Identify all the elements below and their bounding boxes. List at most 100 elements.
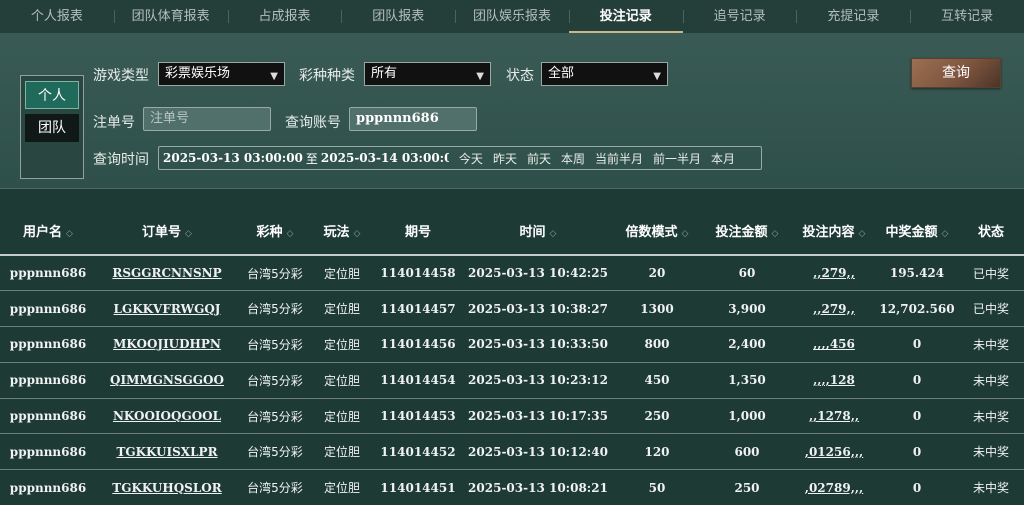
order-number-input[interactable]: 注单号	[143, 107, 271, 131]
cell-bet-time: 2025-03-13 10:08:21	[464, 469, 612, 505]
order-number-link[interactable]: RSGGRCNNSNP	[112, 266, 221, 280]
order-number-link[interactable]: TGKKUISXLPR	[116, 445, 217, 459]
tab-personal-report[interactable]: 个人报表	[0, 0, 114, 33]
table-row: pppnnn686 MKOOJIUDHPN 台湾5分彩 定位胆 114014456 202…	[0, 326, 1024, 363]
cell-multiplier-mode: 120	[612, 433, 702, 471]
cell-bet-time: 2025-03-13 10:12:40	[464, 433, 612, 471]
cell-bet-amount: 3,900	[702, 290, 792, 328]
quick-current-half-month[interactable]: 当前半月	[595, 150, 643, 167]
sort-icon[interactable]: ◇	[772, 229, 779, 239]
cell-bet-content: ,01256,,,	[792, 433, 876, 471]
cell-play-type: 定位胆	[312, 290, 372, 328]
tab-transfer-records[interactable]: 互转记录	[910, 0, 1024, 33]
table-header-row: 用户名 ◇ 订单号 ◇ 彩种 ◇ 玩法 ◇ 期号 时间 ◇ 倍数模式 ◇ 投注金额 ◇ 投注内容 ◇ 中奖金额 ◇ 状…	[0, 207, 1024, 256]
tab-deposit-withdraw-records[interactable]: 充提记录	[796, 0, 910, 33]
order-number-label: 注单号	[93, 115, 135, 131]
quick-previous-half-month[interactable]: 前一半月	[653, 150, 701, 167]
cell-order-number: TGKKUISXLPR	[96, 433, 238, 471]
bet-content-link[interactable]: ,01256,,,	[805, 445, 863, 459]
cell-username: pppnnn686	[0, 433, 96, 471]
order-number-link[interactable]: TGKKUHQSLOR	[112, 481, 221, 495]
column-header-play-type[interactable]: 玩法 ◇	[312, 207, 372, 256]
lottery-type-select[interactable]: 所有 ▼	[364, 62, 491, 86]
column-header-lottery[interactable]: 彩种 ◇	[238, 207, 312, 256]
order-number-link[interactable]: LGKKVFRWGQJ	[114, 302, 221, 316]
cell-status: 未中奖	[958, 469, 1024, 505]
cell-bet-time: 2025-03-13 10:42:25	[464, 255, 612, 292]
date-end[interactable]: 2025-03-14 03:00:00	[321, 151, 449, 165]
sort-icon[interactable]: ◇	[185, 229, 192, 239]
column-header-bet-time[interactable]: 时间 ◇	[464, 207, 612, 256]
bet-content-link[interactable]: ,,279,,	[813, 302, 855, 316]
sort-icon[interactable]: ◇	[354, 229, 361, 239]
bet-content-link[interactable]: ,,1278,,	[809, 409, 859, 423]
table-row: pppnnn686 LGKKVFRWGQJ 台湾5分彩 定位胆 114014457 202…	[0, 290, 1024, 328]
table-row: pppnnn686 RSGGRCNNSNP 台湾5分彩 定位胆 114014458 202…	[0, 255, 1024, 292]
sort-icon[interactable]: ◇	[287, 229, 294, 239]
bet-records-table: 用户名 ◇ 订单号 ◇ 彩种 ◇ 玩法 ◇ 期号 时间 ◇ 倍数模式 ◇ 投注金额 ◇ 投注内容 ◇ 中奖金额 ◇ 状…	[0, 207, 1024, 505]
sort-icon[interactable]: ◇	[66, 229, 73, 239]
cell-order-number: TGKKUHQSLOR	[96, 469, 238, 505]
sort-icon[interactable]: ◇	[859, 229, 866, 239]
scope-team-button[interactable]: 团队	[25, 114, 79, 142]
chevron-down-icon: ▼	[270, 71, 278, 82]
cell-issue-number: 114014452	[372, 433, 464, 471]
bet-content-link[interactable]: ,,,,456	[813, 337, 855, 351]
status-select[interactable]: 全部 ▼	[541, 62, 668, 86]
cell-multiplier-mode: 50	[612, 469, 702, 505]
order-number-link[interactable]: NKOOIOQGOOL	[113, 409, 221, 423]
column-header-bet-content[interactable]: 投注内容 ◇	[792, 207, 876, 256]
query-button[interactable]: 查询	[911, 58, 1001, 88]
account-input[interactable]: pppnnn686	[349, 107, 477, 131]
bet-content-link[interactable]: ,,279,,	[813, 266, 855, 280]
account-label: 查询账号	[285, 115, 341, 131]
sort-icon[interactable]: ◇	[942, 229, 949, 239]
quick-yesterday[interactable]: 昨天	[493, 150, 517, 167]
report-tabbar: 个人报表 团队体育报表 占成报表 团队报表 团队娱乐报表 投注记录 追号记录 充…	[0, 0, 1024, 33]
cell-bet-amount: 1,000	[702, 398, 792, 435]
table-row: pppnnn686 TGKKUISXLPR 台湾5分彩 定位胆 114014452 202…	[0, 433, 1024, 471]
date-start[interactable]: 2025-03-13 03:00:00	[163, 151, 303, 165]
column-header-bet-amount[interactable]: 投注金额 ◇	[702, 207, 792, 256]
cell-order-number: NKOOIOQGOOL	[96, 398, 238, 435]
cell-bet-content: ,,,,128	[792, 362, 876, 399]
order-number-link[interactable]: QIMMGNSGGOO	[110, 373, 224, 387]
tab-share-report[interactable]: 占成报表	[227, 0, 342, 33]
tab-team-sports-report[interactable]: 团队体育报表	[113, 0, 228, 33]
bet-content-link[interactable]: ,,,,128	[813, 373, 855, 387]
cell-order-number: MKOOJIUDHPN	[96, 326, 238, 363]
column-header-order-number[interactable]: 订单号 ◇	[96, 207, 238, 256]
cell-order-number: QIMMGNSGGOO	[96, 362, 238, 399]
quick-today[interactable]: 今天	[459, 150, 483, 167]
game-type-select[interactable]: 彩票娱乐场 ▼	[158, 62, 285, 86]
column-header-username[interactable]: 用户名 ◇	[0, 207, 96, 256]
date-range-picker[interactable]: 2025-03-13 03:00:00 至 2025-03-14 03:00:0…	[158, 146, 762, 170]
bet-content-link[interactable]: ,02789,,,	[805, 481, 863, 495]
cell-bet-content: ,,1278,,	[792, 398, 876, 435]
cell-status: 未中奖	[958, 362, 1024, 399]
cell-lottery: 台湾5分彩	[238, 326, 312, 363]
cell-bet-time: 2025-03-13 10:17:35	[464, 398, 612, 435]
cell-win-amount: 0	[876, 433, 958, 471]
sort-icon[interactable]: ◇	[550, 229, 557, 239]
cell-win-amount: 0	[876, 398, 958, 435]
column-header-multiplier-mode[interactable]: 倍数模式 ◇	[612, 207, 702, 256]
scope-personal-button[interactable]: 个人	[25, 81, 79, 109]
quick-this-week[interactable]: 本周	[561, 150, 585, 167]
tab-chase-records[interactable]: 追号记录	[682, 0, 797, 33]
cell-play-type: 定位胆	[312, 398, 372, 435]
tab-team-report[interactable]: 团队报表	[341, 0, 455, 33]
cell-win-amount: 12,702.560	[876, 290, 958, 328]
quick-this-month[interactable]: 本月	[711, 150, 735, 167]
tab-team-entertainment-report[interactable]: 团队娱乐报表	[455, 0, 569, 33]
sort-icon[interactable]: ◇	[682, 229, 689, 239]
cell-username: pppnnn686	[0, 255, 96, 292]
tab-bet-records[interactable]: 投注记录	[568, 0, 683, 33]
quick-day-before[interactable]: 前天	[527, 150, 551, 167]
column-header-label: 倍数模式	[625, 225, 678, 240]
order-number-link[interactable]: MKOOJIUDHPN	[113, 337, 221, 351]
cell-win-amount: 195.424	[876, 255, 958, 292]
column-header-win-amount[interactable]: 中奖金额 ◇	[876, 207, 958, 256]
cell-username: pppnnn686	[0, 362, 96, 399]
table-row: pppnnn686 TGKKUHQSLOR 台湾5分彩 定位胆 114014451 202…	[0, 469, 1024, 505]
